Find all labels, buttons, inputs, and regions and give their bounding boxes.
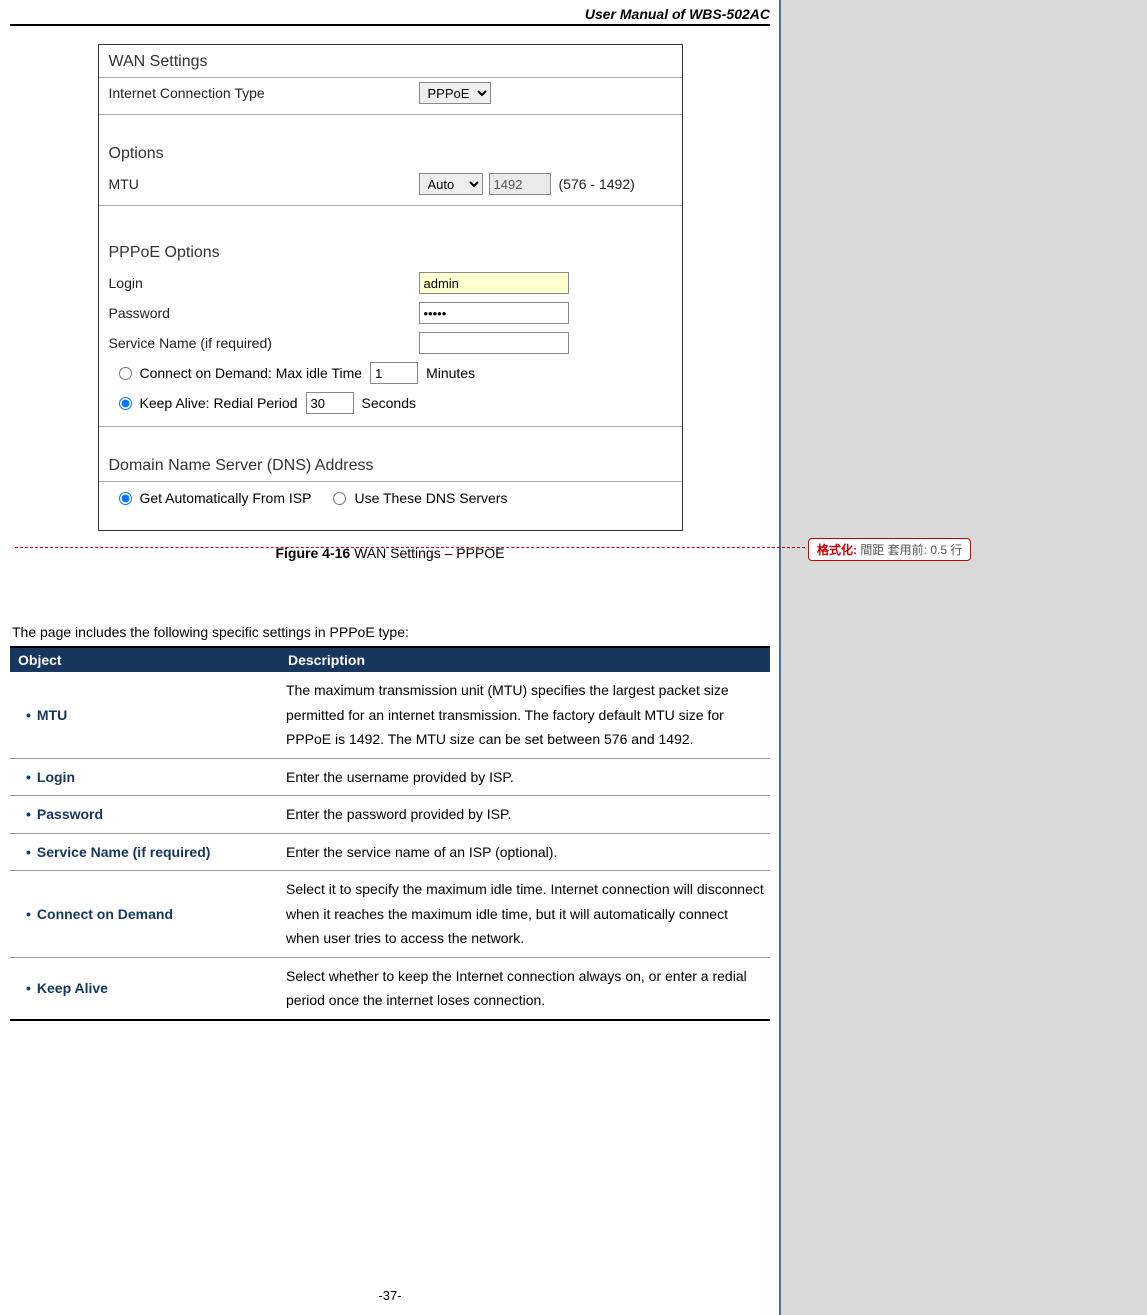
dns-auto-radio[interactable] bbox=[119, 492, 132, 505]
table-header-object: Object bbox=[10, 647, 280, 672]
dns-options-row: Get Automatically From ISP Use These DNS… bbox=[99, 481, 682, 510]
dns-auto-label: Get Automatically From ISP bbox=[140, 490, 312, 506]
comment-label: 格式化: bbox=[817, 543, 857, 557]
mtu-mode-select[interactable]: Auto bbox=[419, 173, 483, 195]
keep-alive-radio[interactable] bbox=[119, 397, 132, 410]
dns-manual-radio[interactable] bbox=[333, 492, 346, 505]
connect-on-demand-row: Connect on Demand: Max idle Time Minutes bbox=[99, 358, 682, 388]
login-row: Login bbox=[99, 268, 682, 298]
intro-text: The page includes the following specific… bbox=[10, 579, 770, 646]
obj-cell: Connect on Demand bbox=[37, 906, 173, 922]
document-page: User Manual of WBS-502AC WAN Settings In… bbox=[0, 0, 780, 1315]
keep-alive-label: Keep Alive: Redial Period bbox=[140, 395, 298, 411]
desc-cell: The maximum transmission unit (MTU) spec… bbox=[280, 672, 770, 758]
table-row: •MTU The maximum transmission unit (MTU)… bbox=[10, 672, 770, 758]
obj-cell: Service Name (if required) bbox=[37, 844, 211, 860]
mtu-label: MTU bbox=[109, 176, 419, 192]
service-name-input[interactable] bbox=[419, 332, 569, 354]
pppoe-options-heading: PPPoE Options bbox=[99, 206, 682, 268]
redial-period-input[interactable] bbox=[306, 392, 354, 414]
obj-cell: Keep Alive bbox=[37, 980, 108, 996]
table-row: •Password Enter the password provided by… bbox=[10, 796, 770, 834]
login-label: Login bbox=[109, 275, 419, 291]
password-row: Password bbox=[99, 298, 682, 328]
options-heading: Options bbox=[99, 115, 682, 169]
keep-alive-row: Keep Alive: Redial Period Seconds bbox=[99, 388, 682, 418]
page-header-title: User Manual of WBS-502AC bbox=[10, 0, 770, 26]
comment-text: 間距 套用前: 0.5 行 bbox=[857, 543, 962, 557]
service-name-row: Service Name (if required) bbox=[99, 328, 682, 358]
desc-cell: Enter the password provided by ISP. bbox=[280, 796, 770, 834]
internet-connection-label: Internet Connection Type bbox=[109, 85, 419, 101]
mtu-value-input[interactable] bbox=[489, 173, 551, 195]
obj-cell: MTU bbox=[37, 707, 67, 723]
table-row: •Login Enter the username provided by IS… bbox=[10, 758, 770, 796]
obj-cell: Login bbox=[37, 769, 75, 785]
password-label: Password bbox=[109, 305, 419, 321]
page-number: -37- bbox=[0, 1288, 780, 1303]
password-input[interactable] bbox=[419, 302, 569, 324]
mtu-row: MTU Auto (576 - 1492) bbox=[99, 169, 682, 206]
connect-on-demand-radio[interactable] bbox=[119, 367, 132, 380]
table-row: •Service Name (if required) Enter the se… bbox=[10, 833, 770, 871]
internet-connection-select[interactable]: PPPoE bbox=[419, 82, 491, 104]
dns-heading: Domain Name Server (DNS) Address bbox=[99, 427, 682, 481]
minutes-label: Minutes bbox=[426, 365, 475, 381]
table-row: •Keep Alive Select whether to keep the I… bbox=[10, 957, 770, 1020]
table-row: •Connect on Demand Select it to specify … bbox=[10, 871, 770, 958]
connect-on-demand-label: Connect on Demand: Max idle Time bbox=[140, 365, 363, 381]
table-header-description: Description bbox=[280, 647, 770, 672]
desc-cell: Select whether to keep the Internet conn… bbox=[280, 957, 770, 1020]
document-edge bbox=[779, 0, 781, 1315]
service-name-label: Service Name (if required) bbox=[109, 335, 419, 351]
dns-manual-label: Use These DNS Servers bbox=[354, 490, 507, 506]
description-table: Object Description •MTU The maximum tran… bbox=[10, 646, 770, 1021]
mtu-range-label: (576 - 1492) bbox=[559, 176, 635, 192]
wan-settings-heading: WAN Settings bbox=[99, 45, 682, 78]
comment-leader-line bbox=[15, 547, 805, 548]
obj-cell: Password bbox=[37, 806, 103, 822]
desc-cell: Enter the username provided by ISP. bbox=[280, 758, 770, 796]
max-idle-time-input[interactable] bbox=[370, 362, 418, 384]
desc-cell: Enter the service name of an ISP (option… bbox=[280, 833, 770, 871]
wan-settings-screenshot: WAN Settings Internet Connection Type PP… bbox=[98, 44, 683, 531]
login-input[interactable] bbox=[419, 272, 569, 294]
desc-cell: Select it to specify the maximum idle ti… bbox=[280, 871, 770, 958]
seconds-label: Seconds bbox=[362, 395, 416, 411]
revision-comment: 格式化: 間距 套用前: 0.5 行 bbox=[808, 538, 971, 561]
internet-connection-row: Internet Connection Type PPPoE bbox=[99, 78, 682, 115]
